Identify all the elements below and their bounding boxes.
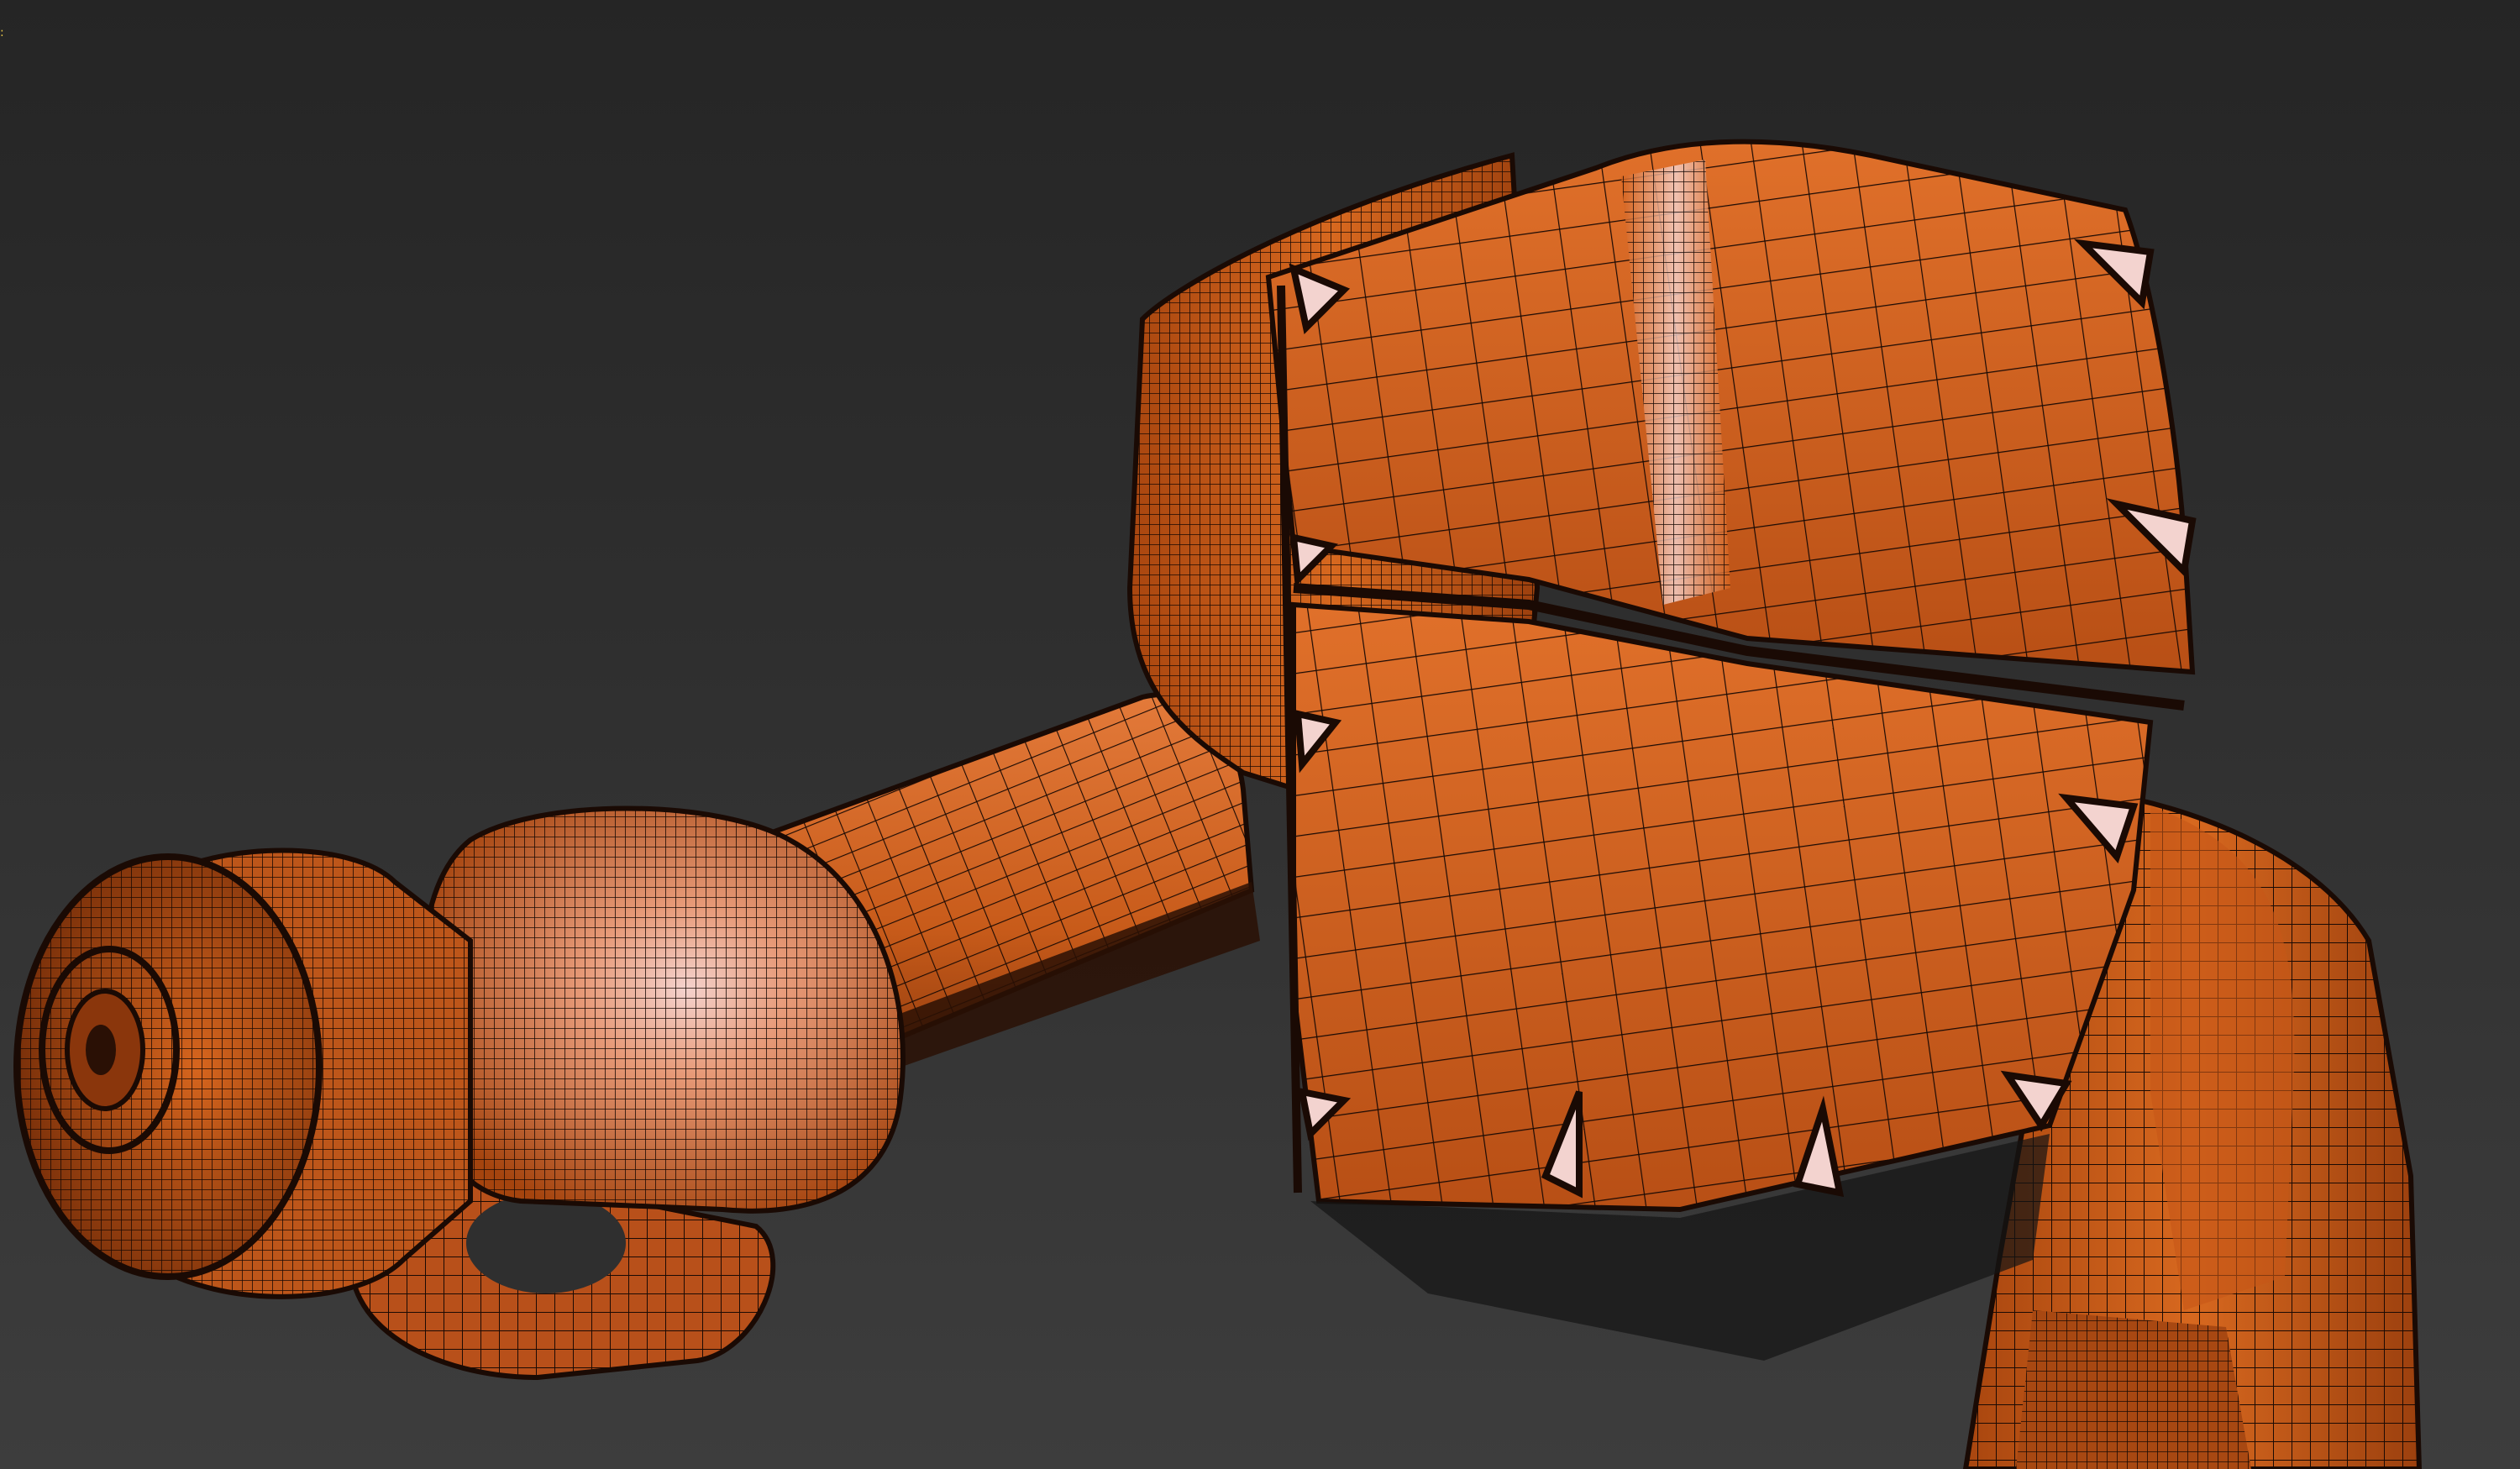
robot-arm-render [13, 139, 2423, 1469]
wrist-assembly [13, 805, 906, 1381]
3d-viewport[interactable]: : [0, 0, 2520, 1469]
shoulder-housing [1126, 139, 2197, 1361]
